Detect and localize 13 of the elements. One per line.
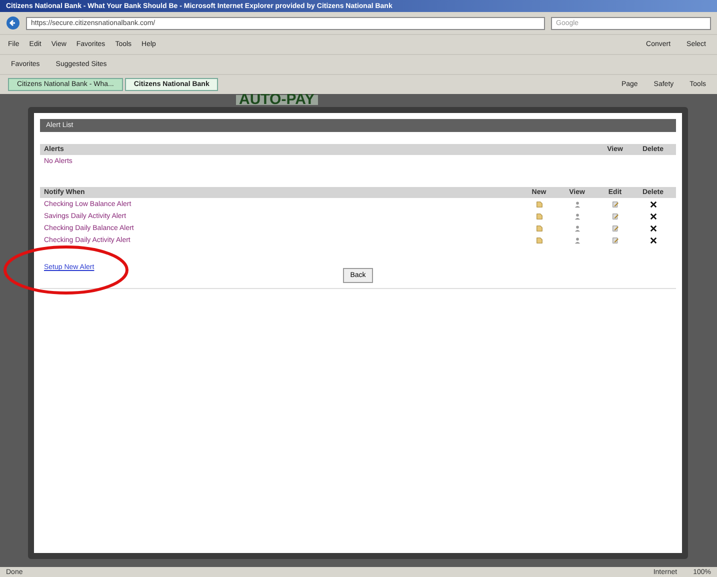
user-icon[interactable] <box>574 200 580 208</box>
user-icon[interactable] <box>574 236 580 244</box>
user-icon[interactable] <box>574 212 580 220</box>
edit-icon[interactable] <box>612 212 618 220</box>
delete-icon[interactable] <box>650 212 656 220</box>
delete-icon[interactable] <box>650 200 656 208</box>
delete-icon[interactable] <box>650 236 656 244</box>
edit-icon[interactable] <box>612 236 618 244</box>
delete-icon[interactable] <box>650 224 656 232</box>
edit-icon[interactable] <box>612 224 618 232</box>
user-icon[interactable] <box>574 224 580 232</box>
back-button-icon[interactable] <box>6 16 20 30</box>
edit-icon[interactable] <box>612 200 618 208</box>
